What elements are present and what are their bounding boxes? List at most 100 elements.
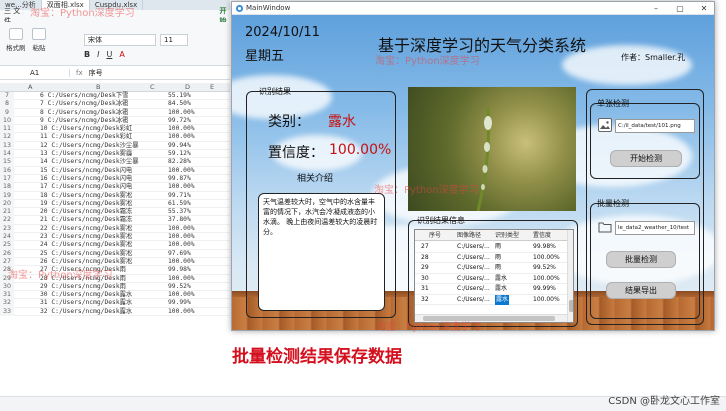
italic-button[interactable]: I [97, 50, 99, 59]
scroll-thumb[interactable] [569, 300, 573, 312]
sheet-cell-confidence[interactable]: 61.59% [168, 200, 191, 208]
sheet-cell-confidence[interactable]: 99.98% [168, 266, 191, 274]
window-tab[interactable]: Cuspdu.xlsx [90, 0, 144, 10]
sheet-row[interactable]: 33 32 C:/Users/ncmg/Desk露水 100.00% [0, 307, 230, 317]
row-number[interactable]: 13 [0, 141, 14, 151]
sheet-row[interactable]: 19 18 C:/Users/ncmg/Desk雾凇 99.71% [0, 191, 230, 200]
sheet-cell-confidence[interactable]: 99.94% [168, 142, 191, 150]
row-number[interactable]: 12 [0, 133, 14, 142]
sheet-cell-confidence[interactable]: 100.00% [168, 291, 195, 299]
sheet-cell-path[interactable]: 28 C:/Users/ncmg/Desk雨 [40, 275, 126, 283]
sheet-row[interactable]: 23 22 C:/Users/ncmg/Desk雾凇 100.00% [0, 224, 230, 234]
table-cell-path[interactable]: C:/Users/... [457, 242, 490, 253]
sheet-cell-confidence[interactable]: 84.50% [168, 100, 191, 108]
sheet-cell-path[interactable]: 31 C:/Users/ncmg/Desk露水 [40, 299, 132, 307]
folder-icon[interactable] [598, 220, 612, 234]
row-number[interactable]: 28 [0, 266, 14, 275]
table-cell-path[interactable]: C:/Users/... [457, 253, 490, 264]
sheet-cell-confidence[interactable]: 100.00% [168, 125, 195, 133]
sheet-cell-confidence[interactable]: 100.00% [168, 241, 195, 249]
bold-button[interactable]: B [84, 50, 90, 59]
minimize-icon[interactable]: – [644, 2, 668, 15]
formula-input[interactable]: 序号 [89, 68, 103, 78]
row-number[interactable]: 7 [0, 92, 14, 101]
sheet-row[interactable]: 27 26 C:/Users/ncmg/Desk雾凇 100.00% [0, 257, 230, 267]
sheet-cell-path[interactable]: 26 C:/Users/ncmg/Desk雾凇 [40, 258, 132, 266]
row-number[interactable]: 21 [0, 208, 14, 217]
sheet-cell-confidence[interactable]: 100.00% [168, 233, 195, 241]
start-detect-button[interactable]: 开始检测 [610, 150, 682, 167]
table-cell-confidence[interactable]: 99.98% [533, 242, 556, 253]
table-cell-type[interactable]: 雨 [495, 263, 501, 274]
sheet-cell-confidence[interactable]: 55.19% [168, 92, 191, 100]
table-cell-type[interactable]: 露水 [495, 274, 507, 285]
underline-button[interactable]: U [106, 50, 112, 59]
paste-button[interactable]: 粘贴 [32, 28, 46, 52]
row-number[interactable]: 23 [0, 224, 14, 234]
table-cell-confidence[interactable]: 99.99% [533, 284, 556, 295]
table-cell-id[interactable]: 28 [421, 253, 429, 264]
row-number[interactable]: 26 [0, 249, 14, 258]
sheet-cell-path[interactable]: 25 C:/Users/ncmg/Desk雾凇 [40, 250, 132, 258]
table-row[interactable]: 31 C:/Users/... 露水 99.99% [415, 284, 567, 295]
table-row[interactable]: 30 C:/Users/... 露水 100.00% [415, 274, 567, 285]
horizontal-scrollbar[interactable] [415, 314, 567, 322]
table-cell-confidence[interactable]: 100.00% [533, 295, 560, 306]
sheet-cell-confidence[interactable]: 97.69% [168, 250, 191, 258]
sheet-cell-path[interactable]: 32 C:/Users/ncmg/Desk露水 [40, 308, 132, 316]
table-cell-id[interactable]: 32 [421, 295, 429, 306]
single-path-field[interactable]: C:/il_data/test/101.png [615, 119, 695, 133]
batch-path-field[interactable]: le_data2_weather_10/test [615, 221, 695, 235]
row-number[interactable]: 33 [0, 307, 14, 317]
sheet-row[interactable]: 16 15 C:/Users/ncmg/Desk闪电 100.00% [0, 166, 230, 175]
table-row[interactable]: 29 C:/Users/... 雨 99.52% [415, 263, 567, 274]
sheet-cell-confidence[interactable]: 100.00% [168, 133, 195, 141]
row-number[interactable]: 31 [0, 291, 14, 300]
row-number[interactable]: 32 [0, 299, 14, 308]
row-number[interactable]: 15 [0, 158, 14, 167]
table-cell-path[interactable]: C:/Users/... [457, 284, 490, 295]
row-number[interactable]: 18 [0, 183, 14, 192]
font-size-select[interactable]: 11 [160, 34, 188, 46]
row-number[interactable]: 27 [0, 257, 14, 267]
row-number[interactable]: 10 [0, 116, 14, 126]
row-number[interactable]: 20 [0, 199, 14, 209]
format-painter-button[interactable]: 格式刷 [6, 28, 26, 52]
sheet-cell-path[interactable]: 11 C:/Users/ncmg/Desk彩虹 [40, 133, 132, 141]
table-cell-id[interactable]: 29 [421, 263, 429, 274]
table-cell-id[interactable]: 30 [421, 274, 429, 285]
row-number[interactable]: 11 [0, 125, 14, 134]
sheet-cell-confidence[interactable]: 55.37% [168, 208, 191, 216]
row-number[interactable]: 8 [0, 100, 14, 109]
sheet-cell-confidence[interactable]: 82.28% [168, 158, 191, 166]
image-icon[interactable] [598, 118, 612, 132]
sheet-row[interactable]: 30 29 C:/Users/ncmg/Desk雨 99.52% [0, 282, 230, 292]
table-cell-confidence[interactable]: 100.00% [533, 253, 560, 264]
column-header[interactable]: A [28, 83, 32, 92]
sheet-row[interactable]: 10 9 C:/Users/ncmg/Desk冰雹 99.72% [0, 116, 230, 126]
table-cell-type[interactable]: 露水 [495, 284, 507, 295]
column-header[interactable]: D [185, 83, 190, 92]
sheet-row[interactable]: 12 11 C:/Users/ncmg/Desk彩虹 100.00% [0, 133, 230, 142]
window-tab[interactable]: 双面相.xlsx [41, 0, 90, 10]
row-number[interactable]: 30 [0, 282, 14, 292]
column-header[interactable]: B [96, 83, 100, 92]
sheet-row[interactable]: 8 7 C:/Users/ncmg/Desk冰雹 84.50% [0, 100, 230, 109]
column-header[interactable]: C [150, 83, 155, 92]
sheet-cell-confidence[interactable]: 100.00% [168, 225, 195, 233]
row-number[interactable]: 19 [0, 191, 14, 200]
close-icon[interactable]: ✕ [692, 2, 714, 15]
sheet-row[interactable]: 32 31 C:/Users/ncmg/Desk露水 99.99% [0, 299, 230, 308]
export-results-button[interactable]: 结果导出 [606, 282, 676, 299]
table-header-cell[interactable]: 序号 [429, 230, 441, 239]
sheet-cell-path[interactable]: 17 C:/Users/ncmg/Desk闪电 [40, 183, 132, 191]
sheet-cell-path[interactable]: 8 C:/Users/ncmg/Desk冰雹 [40, 109, 128, 117]
table-cell-confidence[interactable]: 100.00% [533, 274, 560, 285]
row-number[interactable]: 14 [0, 150, 14, 159]
table-row[interactable]: 27 C:/Users/... 雨 99.98% [415, 242, 567, 253]
sheet-cell-path[interactable]: 27 C:/Users/ncmg/Desk雨 [40, 266, 126, 274]
sheet-cell-confidence[interactable]: 99.72% [168, 117, 191, 125]
sheet-cell-path[interactable]: 12 C:/Users/ncmg/Desk沙尘暴 [40, 142, 139, 150]
sheet-cell-confidence[interactable]: 99.99% [168, 299, 191, 307]
sheet-row[interactable]: 25 24 C:/Users/ncmg/Desk雾凇 100.00% [0, 241, 230, 250]
